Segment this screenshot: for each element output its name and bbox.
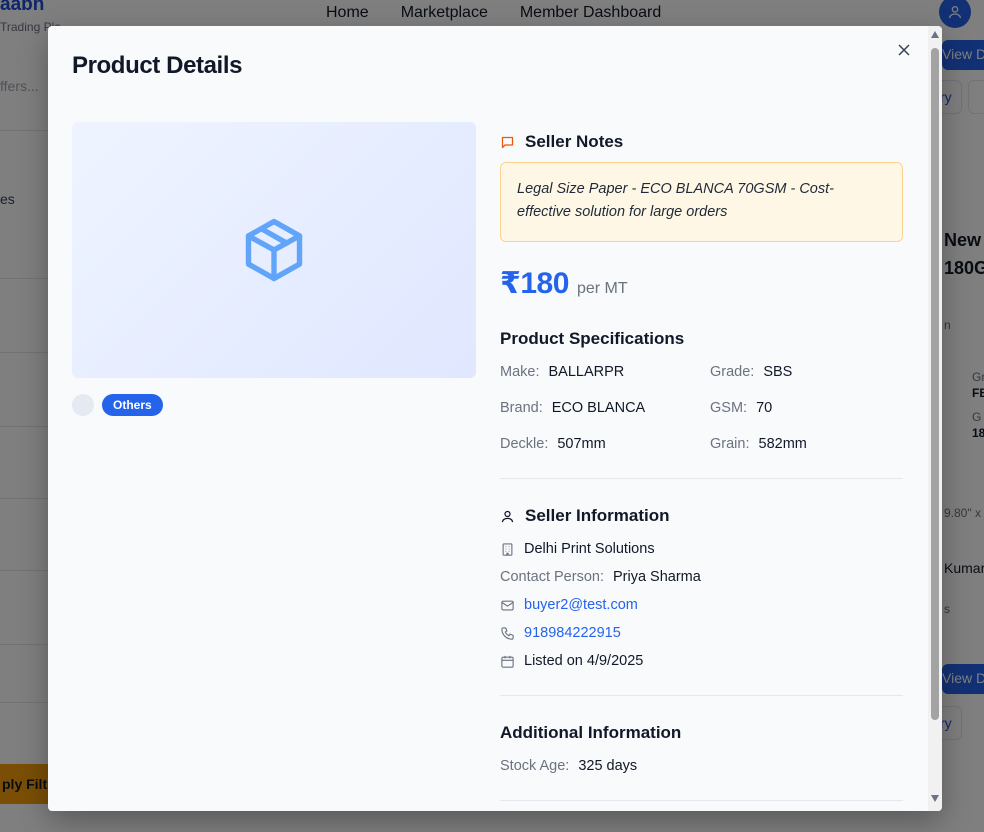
spec-brand: Brand: ECO BLANCA [500,400,645,416]
contact-person-label: Contact Person: [500,569,604,585]
spec-label: Grain: [710,436,750,452]
seller-notes-heading: Seller Notes [500,132,623,152]
seller-email: buyer2@test.com [500,597,638,613]
package-icon [245,218,303,282]
spec-grade: Grade: SBS [710,364,792,380]
divider [500,695,903,696]
spec-value: 70 [756,400,773,416]
spec-value: ECO BLANCA [551,400,646,416]
phone-icon [501,626,514,640]
calendar-icon [501,655,514,668]
image-thumbnail[interactable] [72,394,94,416]
spec-value: SBS [763,364,793,380]
additional-information-heading: Additional Information [500,723,682,742]
contact-person: Contact Person: Priya Sharma [500,569,701,585]
price-unit: per MT [576,280,628,297]
building-icon [502,542,513,556]
spec-label: Make: [500,364,540,380]
spec-label: Brand: [500,400,543,416]
seller-notes-title: Seller Notes [525,132,624,151]
email-link[interactable]: buyer2@test.com [524,597,638,613]
stock-age-label: Stock Age: [500,758,570,774]
spec-grain: Grain: 582mm [710,436,807,452]
spec-gsm: GSM: 70 [710,400,772,416]
phone-link[interactable]: 918984222915 [524,625,621,641]
contact-person-name: Priya Sharma [612,569,701,585]
mail-icon [501,600,514,610]
company-name: Delhi Print Solutions [524,541,655,557]
divider [500,478,903,479]
product-details-modal: Product Details Others Seller Notes Lega… [48,26,942,811]
message-square-icon [501,136,514,148]
user-icon [501,510,514,522]
modal-scrollbar[interactable] [928,26,942,811]
price-row: ₹180 per MT [500,266,628,301]
spec-value: BALLARPR [548,364,625,380]
spec-label: Deckle: [500,436,549,452]
seller-notes-box: Legal Size Paper - ECO BLANCA 70GSM - Co… [500,162,903,242]
seller-information-title: Seller Information [525,506,670,525]
scroll-up-arrow-icon[interactable] [931,31,939,38]
scroll-thumb[interactable] [931,48,939,720]
listed-date: Listed on 4/9/2025 [500,653,643,669]
scroll-down-arrow-icon[interactable] [931,795,939,802]
divider [500,800,903,801]
listed-date-text: Listed on 4/9/2025 [524,653,644,669]
seller-company: Delhi Print Solutions [500,541,655,557]
spec-label: Grade: [710,364,755,380]
product-image-placeholder [72,122,476,378]
specifications-heading: Product Specifications [500,329,685,348]
spec-value: 507mm [557,436,606,452]
close-icon [898,44,910,56]
price-amount: ₹180 [500,267,569,300]
spec-label: GSM: [710,400,748,416]
modal-title: Product Details [72,52,243,79]
spec-deckle: Deckle: 507mm [500,436,606,452]
stock-age-value: 325 days [578,758,638,774]
stock-age: Stock Age: 325 days [500,758,637,774]
category-tag: Others [102,394,163,416]
seller-phone: 918984222915 [500,625,621,641]
spec-make: Make: BALLARPR [500,364,624,380]
seller-information-heading: Seller Information [500,506,670,526]
close-button[interactable] [894,40,914,60]
spec-value: 582mm [758,436,807,452]
